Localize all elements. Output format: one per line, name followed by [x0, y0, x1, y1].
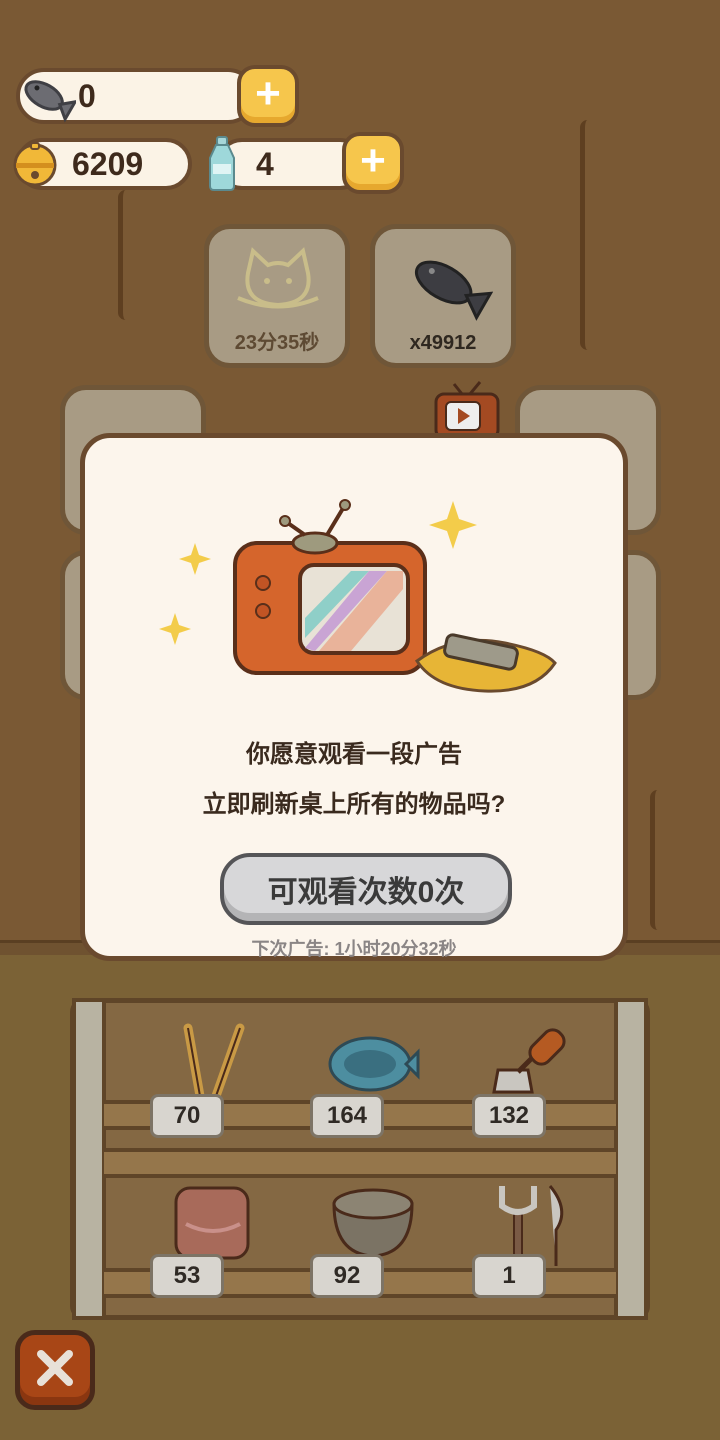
fish-icon [403, 245, 494, 325]
cat-timer-label: 23分35秒 [234, 332, 320, 354]
cat-icon [233, 243, 323, 323]
fish-dish-item[interactable] [326, 1028, 420, 1098]
wall-crack [118, 190, 133, 320]
item-count-tag: 92 [310, 1254, 384, 1298]
spatula-item[interactable] [488, 1020, 580, 1100]
chopsticks-item[interactable] [168, 1020, 248, 1101]
watch-ad-button-label: 可观看次数0次 [267, 876, 465, 909]
wall-crack [650, 790, 665, 930]
bowl-item[interactable] [328, 1184, 418, 1264]
shelf-right-pillar [614, 998, 648, 1320]
next-ad-timer: 下次广告: 1小时20分32秒 [251, 939, 457, 959]
close-button[interactable] [15, 1330, 95, 1410]
fish-reward-card[interactable]: x49912 [370, 224, 516, 368]
wall-crack [580, 120, 595, 350]
shelf-left-pillar [72, 998, 106, 1320]
fish-icon [14, 66, 79, 126]
tv-ad-icon[interactable] [432, 380, 502, 440]
bell-count-value: 6209 [72, 145, 144, 182]
bottle-icon [204, 134, 240, 192]
item-count-tag: 53 [150, 1254, 224, 1298]
dialog-question-line2: 立即刷新桌上所有的物品吗? [202, 791, 506, 818]
add-bottle-button[interactable]: + [342, 132, 404, 194]
bottle-count-value: 4 [256, 145, 274, 182]
watch-ad-dialog: 你愿意观看一段广告 立即刷新桌上所有的物品吗? 可观看次数0次 下次广告: 1小… [80, 433, 628, 961]
add-fish-button[interactable]: + [237, 65, 299, 127]
dialog-question-line1: 你愿意观看一段广告 [246, 741, 462, 768]
pot-holder-item[interactable] [170, 1184, 256, 1264]
item-count-tag: 1 [472, 1254, 546, 1298]
cat-timer-card[interactable]: 23分35秒 [204, 224, 350, 368]
bell-icon [8, 137, 62, 191]
item-count-tag: 132 [472, 1094, 546, 1138]
tv-illustration [155, 493, 575, 713]
watch-ad-button[interactable]: 可观看次数0次 [220, 853, 512, 925]
fish-reward-label: x49912 [409, 332, 477, 354]
fish-count-value: 0 [78, 77, 96, 114]
close-icon [35, 1348, 75, 1393]
item-count-tag: 164 [310, 1094, 384, 1138]
shelf-board [104, 1148, 616, 1178]
item-count-tag: 70 [150, 1094, 224, 1138]
